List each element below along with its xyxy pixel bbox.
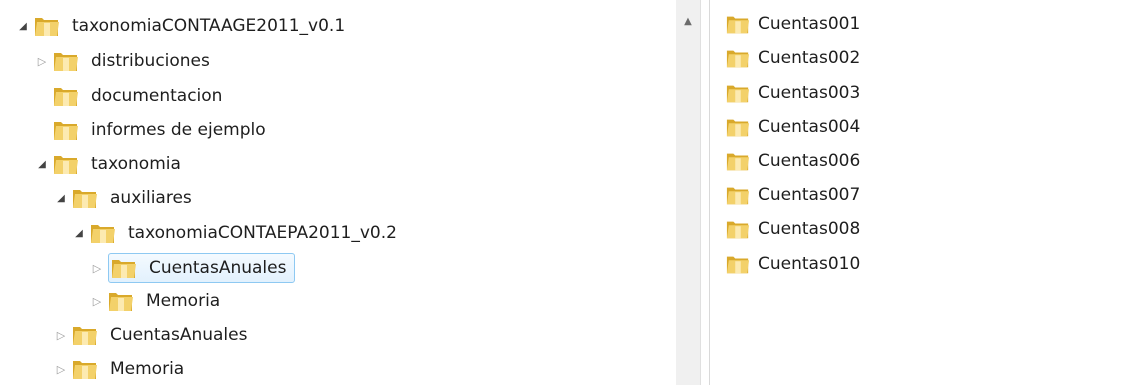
list-item-label: Cuentas007 bbox=[758, 185, 861, 205]
tree-item-label: informes de ejemplo bbox=[91, 120, 266, 140]
tree-item-label: distribuciones bbox=[91, 51, 210, 71]
file-list-pane[interactable]: Cuentas001 Cuentas002 Cuentas003 Cuentas… bbox=[710, 0, 1136, 385]
tree-item-label: taxonomiaCONTAAGE2011_v0.1 bbox=[72, 16, 346, 36]
pane-splitter[interactable] bbox=[700, 0, 710, 385]
list-item-label: Cuentas006 bbox=[758, 151, 861, 171]
tree-item-taxonomia-contaage[interactable]: ◢ taxonomiaCONTAAGE2011_v0.1 bbox=[16, 11, 349, 41]
tree-item-informes-de-ejemplo[interactable]: informes de ejemplo bbox=[35, 115, 270, 145]
scroll-up-arrow-icon[interactable]: ▲ bbox=[676, 12, 700, 30]
expand-arrow-icon[interactable]: ◢ bbox=[72, 218, 86, 248]
tree-item-cuentasanuales[interactable]: ▷ CuentasAnuales bbox=[54, 320, 251, 350]
tree-item-label: documentacion bbox=[91, 86, 223, 106]
list-item-label: Cuentas004 bbox=[758, 117, 861, 137]
tree-item-documentacion[interactable]: documentacion bbox=[35, 81, 226, 111]
list-item-label: Cuentas010 bbox=[758, 254, 861, 274]
expand-arrow-icon[interactable]: ◢ bbox=[54, 183, 68, 213]
list-item-label: Cuentas008 bbox=[758, 219, 861, 239]
folder-icon bbox=[72, 357, 98, 381]
list-item-cuentas001[interactable]: Cuentas001 bbox=[726, 9, 860, 39]
list-item-cuentas003[interactable]: Cuentas003 bbox=[726, 78, 860, 108]
tree-item-label: taxonomiaCONTAEPA2011_v0.2 bbox=[128, 223, 397, 243]
tree-item-memoria-root[interactable]: ▷ Memoria bbox=[54, 354, 188, 384]
tree-item-auxiliares[interactable]: ◢ auxiliares bbox=[54, 183, 196, 213]
folder-icon bbox=[726, 217, 750, 241]
folder-tree-pane[interactable]: ◢ taxonomiaCONTAAGE2011_v0.1 ▷ distribuc… bbox=[0, 0, 676, 385]
list-item-label: Cuentas003 bbox=[758, 83, 861, 103]
expand-arrow-icon[interactable]: ▷ bbox=[90, 286, 104, 316]
tree-item-memoria[interactable]: ▷ Memoria bbox=[90, 286, 224, 316]
expand-arrow-icon[interactable]: ▷ bbox=[90, 253, 104, 283]
list-item-cuentas007[interactable]: Cuentas007 bbox=[726, 180, 860, 210]
list-item-cuentas008[interactable]: Cuentas008 bbox=[726, 214, 860, 244]
folder-icon bbox=[34, 14, 60, 38]
folder-icon bbox=[111, 256, 137, 280]
expand-arrow-icon[interactable]: ▷ bbox=[54, 320, 68, 350]
folder-icon bbox=[53, 84, 79, 108]
list-item-cuentas010[interactable]: Cuentas010 bbox=[726, 249, 860, 279]
folder-icon bbox=[726, 12, 750, 36]
list-item-cuentas002[interactable]: Cuentas002 bbox=[726, 43, 860, 73]
tree-item-label: taxonomia bbox=[91, 154, 181, 174]
expand-arrow-icon[interactable]: ▷ bbox=[54, 354, 68, 384]
list-item-cuentas004[interactable]: Cuentas004 bbox=[726, 112, 860, 142]
tree-item-label: Memoria bbox=[110, 359, 185, 379]
folder-icon bbox=[72, 186, 98, 210]
list-item-label: Cuentas001 bbox=[758, 14, 861, 34]
tree-item-cuentasanuales-selected[interactable]: ▷ CuentasAnuales bbox=[90, 253, 296, 283]
folder-icon bbox=[53, 49, 79, 73]
expand-arrow-icon[interactable]: ◢ bbox=[16, 11, 30, 41]
list-item-label: Cuentas002 bbox=[758, 48, 861, 68]
folder-icon bbox=[72, 323, 98, 347]
folder-icon bbox=[726, 149, 750, 173]
list-item-cuentas006[interactable]: Cuentas006 bbox=[726, 146, 860, 176]
selection-highlight[interactable]: CuentasAnuales bbox=[108, 253, 296, 283]
folder-icon bbox=[726, 115, 750, 139]
folder-icon bbox=[53, 118, 79, 142]
folder-icon bbox=[726, 81, 750, 105]
no-toggle-spacer bbox=[35, 115, 49, 145]
vertical-scrollbar[interactable]: ▲ bbox=[676, 0, 700, 385]
tree-item-taxonomia[interactable]: ◢ taxonomia bbox=[35, 149, 185, 179]
folder-icon bbox=[726, 46, 750, 70]
tree-item-distribuciones[interactable]: ▷ distribuciones bbox=[35, 46, 214, 76]
tree-item-taxonomia-contaepa[interactable]: ◢ taxonomiaCONTAEPA2011_v0.2 bbox=[72, 218, 401, 248]
expand-arrow-icon[interactable]: ▷ bbox=[35, 46, 49, 76]
tree-item-label: CuentasAnuales bbox=[149, 258, 287, 278]
folder-icon bbox=[726, 183, 750, 207]
expand-arrow-icon[interactable]: ◢ bbox=[35, 149, 49, 179]
tree-item-label: auxiliares bbox=[110, 188, 192, 208]
folder-icon bbox=[53, 152, 79, 176]
tree-item-label: CuentasAnuales bbox=[110, 325, 248, 345]
no-toggle-spacer bbox=[35, 81, 49, 111]
tree-item-label: Memoria bbox=[146, 291, 221, 311]
folder-icon bbox=[108, 289, 134, 313]
folder-icon bbox=[90, 221, 116, 245]
folder-icon bbox=[726, 252, 750, 276]
